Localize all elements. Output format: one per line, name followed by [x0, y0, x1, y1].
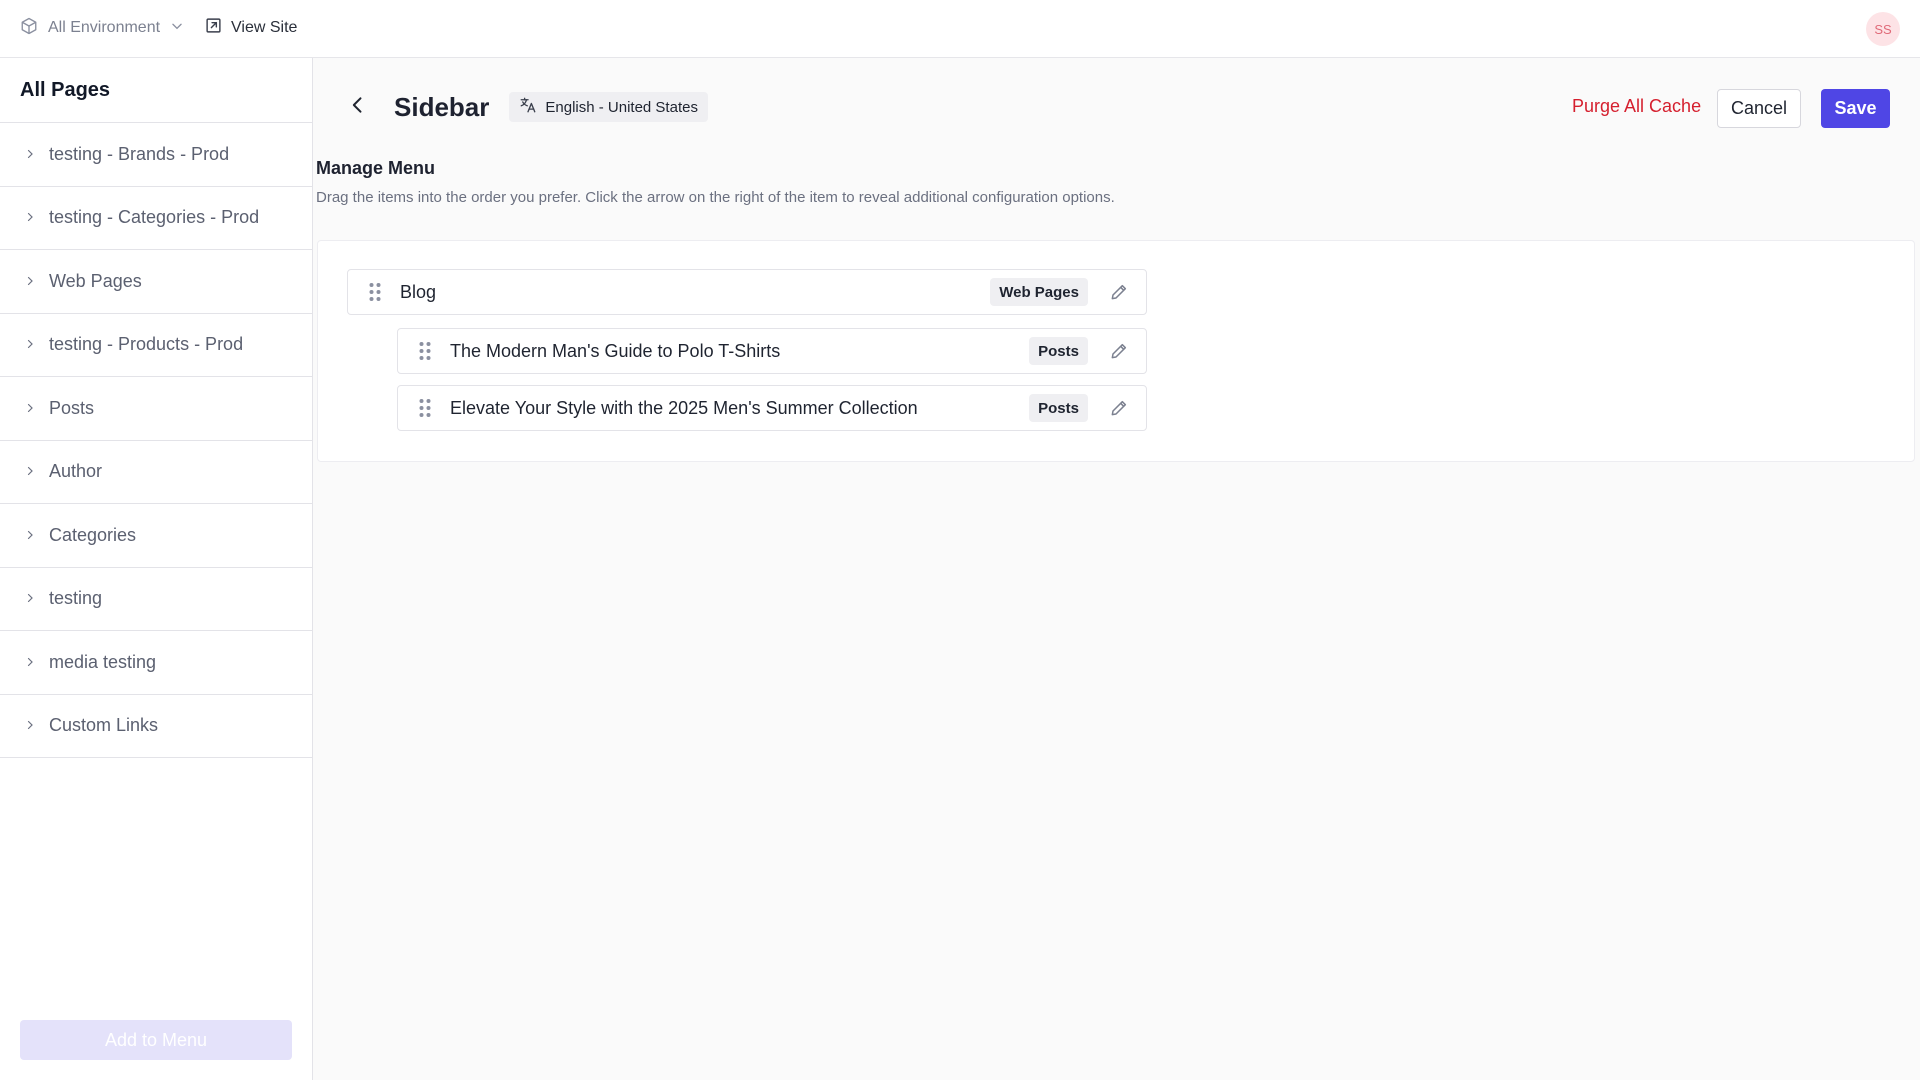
chevron-right-icon: [24, 334, 36, 355]
chevron-right-icon: [24, 144, 36, 165]
pencil-icon[interactable]: [1108, 340, 1130, 362]
page-group-label: testing - Categories - Prod: [49, 207, 260, 228]
all-pages-title: All Pages: [0, 58, 312, 123]
page-group-item[interactable]: Custom Links: [0, 695, 312, 758]
page-group-label: Categories: [49, 524, 137, 545]
menu-item[interactable]: Blog Web Pages: [347, 269, 1147, 315]
purge-all-cache-button[interactable]: Purge All Cache: [1572, 96, 1701, 117]
editor-header: Sidebar English - United States: [346, 85, 708, 129]
drag-handle-icon[interactable]: [414, 397, 436, 419]
external-link-icon: [205, 17, 222, 39]
menu-item-label: The Modern Man's Guide to Polo T-Shirts: [450, 340, 781, 361]
avatar[interactable]: SS: [1866, 12, 1900, 46]
pencil-icon[interactable]: [1108, 281, 1130, 303]
view-site-link[interactable]: View Site: [205, 16, 297, 40]
manage-menu-title: Manage Menu: [316, 158, 436, 178]
back-button[interactable]: [346, 95, 370, 119]
menu-item-type-badge: Web Pages: [990, 278, 1088, 306]
save-button[interactable]: Save: [1821, 89, 1890, 128]
page-group-label: testing - Brands - Prod: [49, 143, 230, 164]
chevron-down-icon: [170, 19, 184, 38]
chevron-right-icon: [24, 525, 36, 546]
page-title: Sidebar: [394, 91, 490, 122]
drag-handle-icon[interactable]: [364, 281, 386, 303]
page-group-label: Author: [49, 461, 103, 482]
translate-icon: [519, 96, 537, 118]
page-group-item[interactable]: media testing: [0, 631, 312, 695]
chevron-right-icon: [24, 207, 36, 228]
cube-icon: [20, 17, 38, 40]
page-group-label: testing - Products - Prod: [49, 334, 244, 355]
view-site-label: View Site: [231, 19, 298, 36]
page-group-item[interactable]: Categories: [0, 504, 312, 568]
page-group-item[interactable]: testing - Products - Prod: [0, 314, 312, 377]
page-group-label: Custom Links: [49, 715, 159, 736]
pencil-icon[interactable]: [1108, 397, 1130, 419]
chevron-right-icon: [24, 271, 36, 292]
drag-handle-icon[interactable]: [414, 340, 436, 362]
chevron-right-icon: [24, 715, 36, 736]
top-bar: All Environment View Site SS: [0, 0, 1920, 58]
menu-item[interactable]: Elevate Your Style with the 2025 Men's S…: [397, 385, 1147, 431]
page-group-item[interactable]: testing - Brands - Prod: [0, 123, 312, 187]
manage-menu-description: Drag the items into the order you prefer…: [316, 189, 1115, 206]
all-pages-panel: All Pages testing - Brands - Prod testin…: [0, 58, 313, 1080]
environment-selector[interactable]: All Environment: [20, 16, 184, 40]
page-group-label: media testing: [49, 651, 157, 672]
menu-item-label: Elevate Your Style with the 2025 Men's S…: [450, 397, 918, 418]
page-group-item[interactable]: Author: [0, 441, 312, 504]
chevron-left-icon: [348, 95, 368, 120]
page-group-label: testing: [49, 588, 103, 609]
page-group-item[interactable]: Posts: [0, 377, 312, 441]
menu-item[interactable]: The Modern Man's Guide to Polo T-Shirts …: [397, 328, 1147, 374]
chevron-right-icon: [24, 398, 36, 419]
cancel-button[interactable]: Cancel: [1717, 89, 1801, 128]
chevron-right-icon: [24, 588, 36, 609]
menu-item-type-badge: Posts: [1029, 394, 1088, 422]
language-label: English - United States: [545, 98, 698, 116]
page-group-label: Web Pages: [49, 270, 142, 291]
chevron-right-icon: [24, 652, 36, 673]
page-group-item[interactable]: testing: [0, 568, 312, 631]
menu-item-label: Blog: [400, 281, 437, 302]
page-group-item[interactable]: Web Pages: [0, 250, 312, 314]
language-selector[interactable]: English - United States: [509, 92, 708, 122]
page-group-item[interactable]: testing - Categories - Prod: [0, 187, 312, 250]
page-group-label: Posts: [49, 397, 95, 418]
menu-item-type-badge: Posts: [1029, 337, 1088, 365]
environment-label: All Environment: [48, 19, 161, 36]
chevron-right-icon: [24, 461, 36, 482]
add-to-menu-button[interactable]: Add to Menu: [20, 1020, 292, 1060]
